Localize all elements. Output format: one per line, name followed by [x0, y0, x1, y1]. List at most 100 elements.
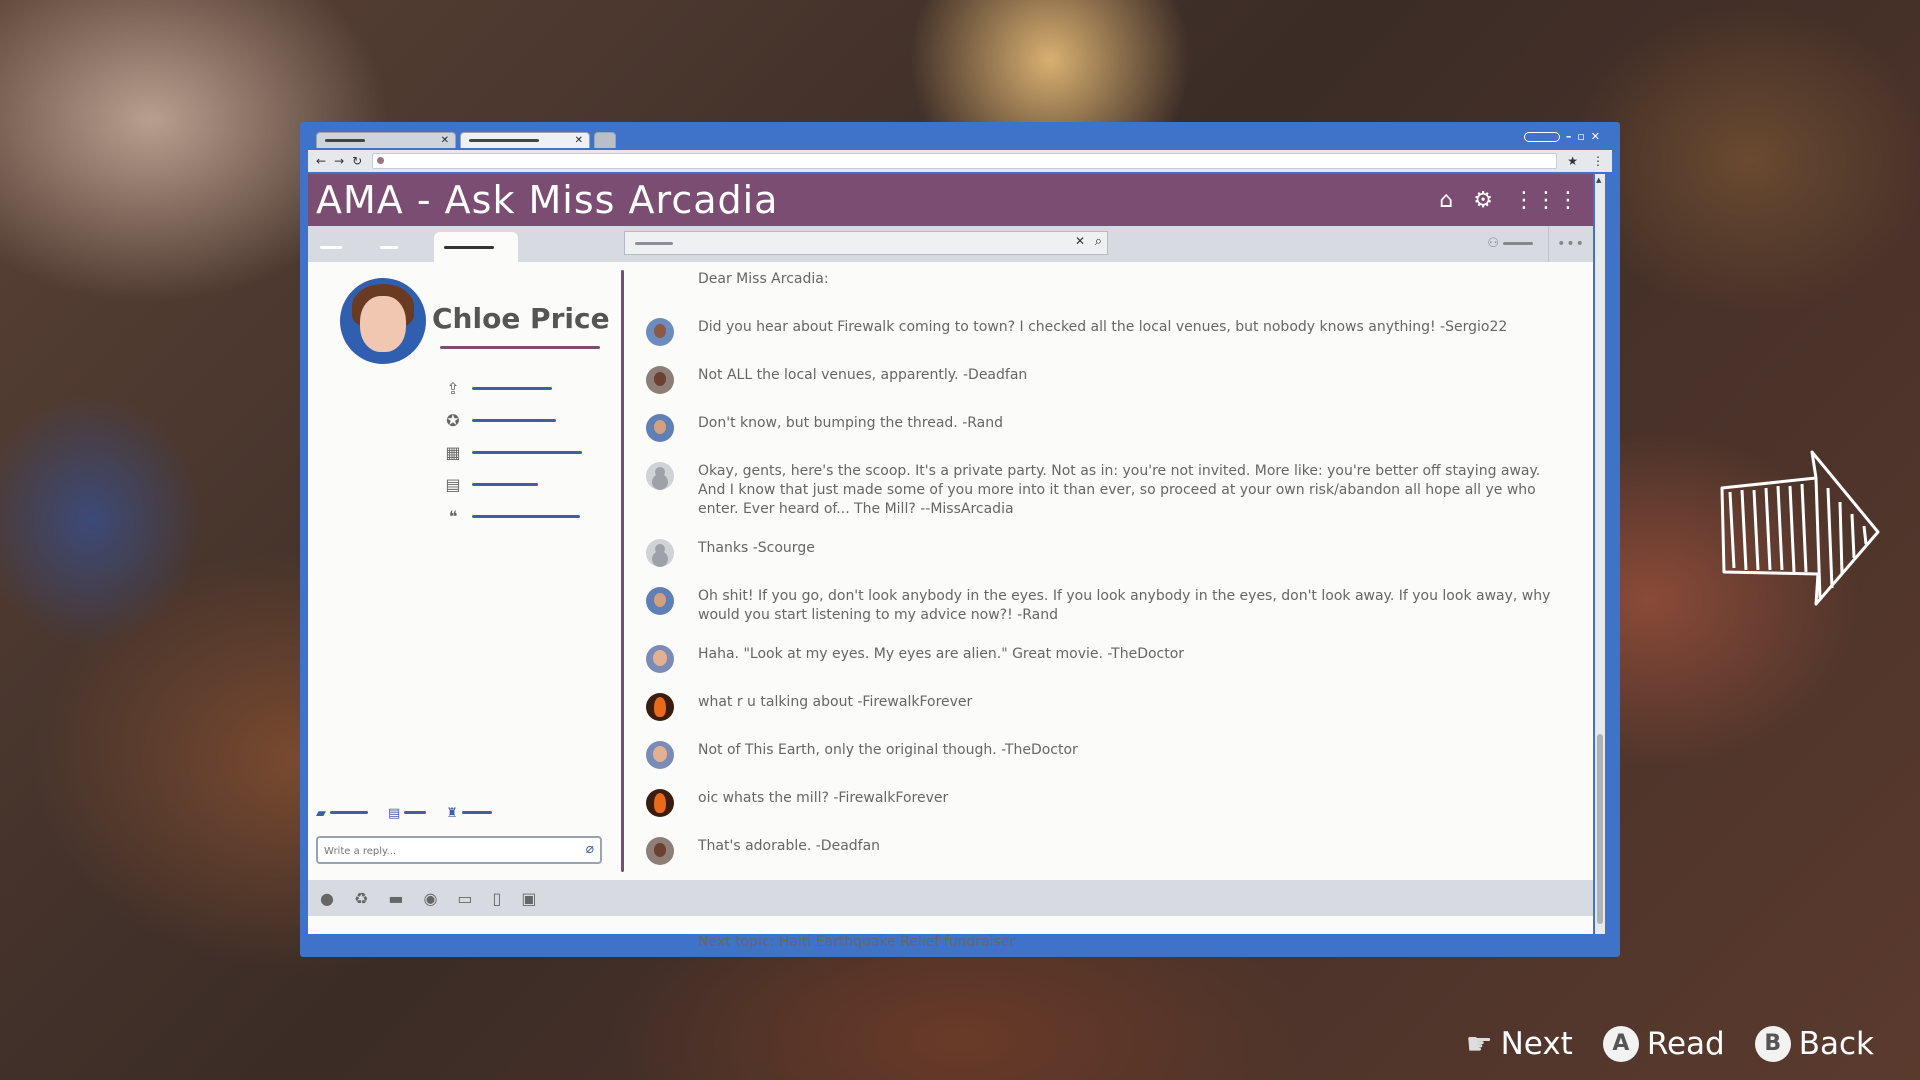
user-avatar[interactable]: [646, 741, 674, 769]
close-window-icon[interactable]: ✕: [1591, 130, 1600, 143]
tab-close-icon[interactable]: ✕: [575, 133, 583, 149]
search-placeholder-scribble: [635, 242, 673, 245]
button-hints: ☛ Next A Read B Back: [1466, 1026, 1874, 1062]
scroll-up-icon[interactable]: ▲: [1596, 176, 1601, 184]
paperclip-icon[interactable]: ⌀: [586, 841, 594, 857]
profile-pill[interactable]: [1523, 131, 1560, 142]
profile-menu-item-3[interactable]: ▦: [444, 436, 582, 468]
hint-back[interactable]: B Back: [1754, 1026, 1874, 1062]
reply-toolbar-item-1[interactable]: ▰: [316, 802, 368, 821]
recycle-icon[interactable]: ♻: [354, 889, 368, 908]
next-arrow-icon[interactable]: [1716, 448, 1886, 618]
tab-label-scribble: [320, 246, 342, 249]
message-text: That's adorable. -Deadfan: [698, 838, 881, 854]
subnav-tab-1[interactable]: [318, 232, 358, 262]
circle-icon[interactable]: ●: [320, 889, 334, 908]
maximize-icon[interactable]: ▫: [1577, 130, 1584, 143]
trophy-icon: ♜: [446, 806, 458, 821]
message-text: Did you hear about Firewalk coming to to…: [698, 319, 1508, 335]
user-avatar[interactable]: [646, 789, 674, 817]
message-row: Don't know, but bumping the thread. -Ran…: [646, 414, 1566, 442]
hint-read-label: Read: [1646, 1026, 1725, 1062]
hint-back-label: Back: [1798, 1026, 1874, 1062]
profile-menu-item-1[interactable]: ⇪: [444, 372, 582, 404]
tab-close-icon[interactable]: ✕: [441, 133, 449, 149]
reply-toolbar-item-3[interactable]: ♜: [446, 802, 492, 821]
profile-menu-item-5[interactable]: ❝: [444, 500, 582, 532]
user-avatar[interactable]: [646, 366, 674, 394]
new-tab-button[interactable]: [594, 132, 616, 148]
bookmark-star-icon[interactable]: ★: [1567, 154, 1578, 168]
user-avatar[interactable]: [646, 645, 674, 673]
user-avatar[interactable]: [646, 837, 674, 865]
user-avatar[interactable]: [646, 539, 674, 567]
browser-menu-icon[interactable]: ⋮: [1592, 154, 1604, 168]
url-field[interactable]: [372, 153, 1558, 169]
home-icon[interactable]: ⌂: [1439, 188, 1453, 213]
site-header: AMA - Ask Miss Arcadia ⌂ ⚙ ⋮⋮⋮: [308, 174, 1593, 226]
browser-tab-2[interactable]: ✕: [460, 132, 590, 148]
user-avatar[interactable]: [646, 587, 674, 615]
image-icon[interactable]: ▣: [521, 889, 536, 908]
save-icon: ▤: [388, 806, 401, 821]
user-avatar[interactable]: [646, 462, 674, 490]
tab-title-scribble: [325, 139, 365, 142]
hint-read[interactable]: A Read: [1602, 1026, 1725, 1062]
forward-arrow-icon[interactable]: →: [334, 154, 344, 168]
disc-icon[interactable]: ◉: [423, 889, 437, 908]
message-row: Not of This Earth, only the original tho…: [646, 741, 1566, 769]
apps-grid-icon[interactable]: ⋮⋮⋮: [1513, 188, 1579, 213]
reply-toolbar-item-2[interactable]: ▤: [388, 802, 427, 821]
message-text: Not ALL the local venues, apparently. -D…: [698, 367, 1028, 383]
scrollbar-thumb[interactable]: [1597, 734, 1603, 924]
chat-icon: ▰: [316, 806, 326, 821]
user-avatar[interactable]: [646, 414, 674, 442]
calendar-icon: ▦: [445, 442, 461, 462]
message-row: what r u talking about -FirewalkForever: [646, 693, 1566, 721]
message-row: oic whats the mill? -FirewalkForever: [646, 789, 1566, 817]
search-bar[interactable]: ✕ ⌕: [624, 231, 1108, 255]
hint-next[interactable]: ☛ Next: [1466, 1026, 1573, 1062]
reply-field[interactable]: ⌀: [316, 836, 602, 864]
message-text: what r u talking about -FirewalkForever: [698, 694, 973, 710]
gear-icon[interactable]: ⚙: [1473, 188, 1493, 213]
profile-panel: Chloe Price ⇪ ✪ ▦ ▤ ❝ ▰ ▤ ♜ ⌀: [308, 262, 618, 864]
clear-search-icon[interactable]: ✕: [1075, 234, 1085, 248]
scrollbar[interactable]: ▲: [1595, 174, 1605, 934]
search-icon[interactable]: ⌕: [1095, 234, 1102, 249]
reload-icon[interactable]: ↻: [352, 154, 362, 168]
minimize-icon[interactable]: –: [1566, 130, 1572, 143]
phone-icon[interactable]: ▯: [493, 889, 502, 908]
user-avatar[interactable]: [646, 318, 674, 346]
b-button-icon: B: [1754, 1026, 1791, 1062]
subnav-tab-2[interactable]: [372, 232, 412, 262]
user-avatar[interactable]: [646, 693, 674, 721]
browser-tab-1[interactable]: ✕: [316, 132, 456, 148]
user-avatar: [646, 933, 674, 961]
profile-menu-item-2[interactable]: ✪: [444, 404, 582, 436]
camera-icon[interactable]: ▭: [457, 889, 472, 908]
column-divider: [621, 270, 624, 872]
a-button-icon: A: [1602, 1026, 1639, 1062]
message-text: Dear Miss Arcadia:: [698, 271, 829, 287]
user-menu[interactable]: ⚇: [1487, 236, 1533, 251]
site-icon: [377, 157, 385, 164]
message-row: Dear Miss Arcadia:: [646, 270, 1566, 298]
name-underline: [440, 346, 600, 349]
user-avatar: [646, 270, 674, 298]
page-title: AMA - Ask Miss Arcadia: [316, 178, 779, 222]
reply-input[interactable]: [322, 845, 566, 858]
message-text: Don't know, but bumping the thread. -Ran…: [698, 415, 1004, 431]
reply-toolbar: ▰ ▤ ♜: [316, 802, 492, 821]
page: AMA - Ask Miss Arcadia ⌂ ⚙ ⋮⋮⋮ ✕ ⌕ ⚇ •••: [308, 174, 1593, 950]
back-arrow-icon[interactable]: ←: [316, 154, 326, 168]
address-bar: ← → ↻ ★ ⋮: [308, 150, 1612, 172]
profile-menu-item-4[interactable]: ▤: [444, 468, 582, 500]
tab-label-scribble: [444, 246, 494, 249]
sub-navigation: ✕ ⌕ ⚇ •••: [308, 226, 1593, 262]
message-text: Next topic: Haiti Earthquake Relief fund…: [698, 934, 1016, 950]
more-options-icon[interactable]: •••: [1548, 226, 1593, 262]
quote-icon: ❝: [448, 506, 458, 526]
folder-icon[interactable]: ▬: [388, 889, 403, 908]
subnav-tab-3[interactable]: [434, 232, 518, 262]
